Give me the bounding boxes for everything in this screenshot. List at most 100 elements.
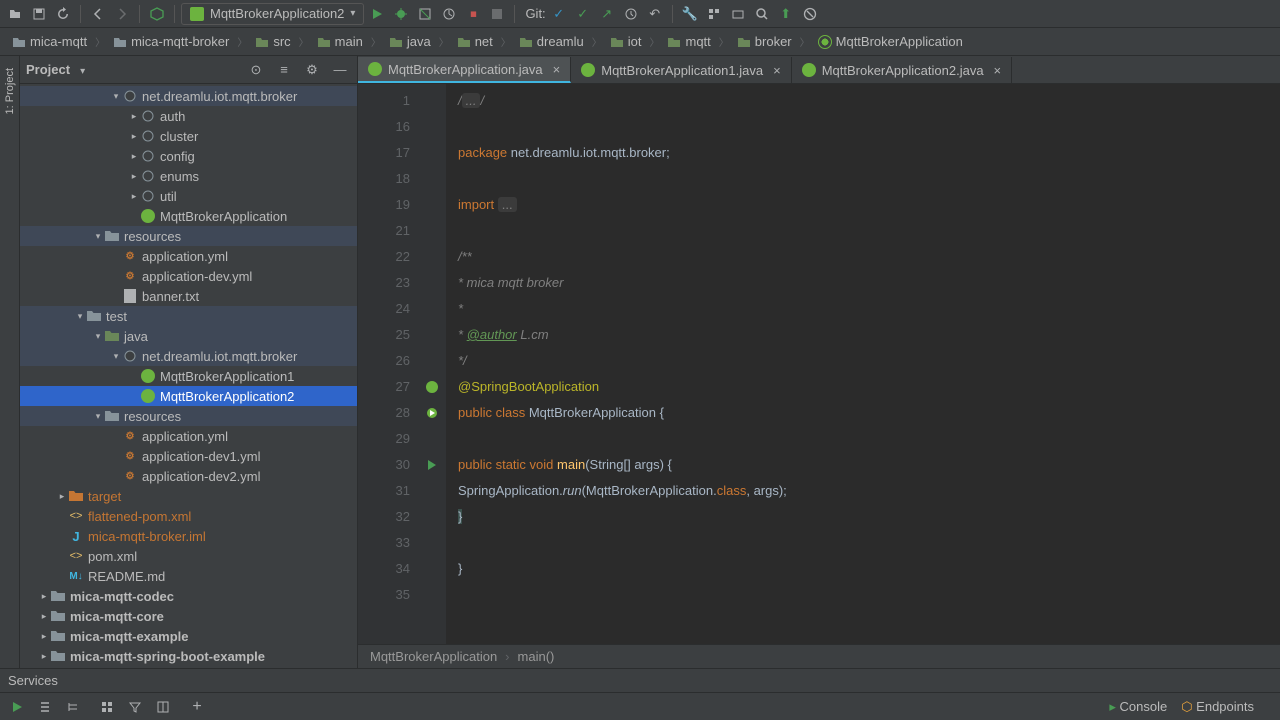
git-push-icon[interactable]: ↗ xyxy=(596,3,618,25)
breadcrumb-item[interactable]: iot xyxy=(606,32,646,51)
tree-node[interactable]: MqttBrokerApplication2 xyxy=(20,386,357,406)
profiler-icon[interactable]: ⬆ xyxy=(775,3,797,25)
crumb-class[interactable]: MqttBrokerApplication xyxy=(370,649,497,664)
services-stop-icon[interactable] xyxy=(34,696,56,718)
tree-node[interactable]: ▸auth xyxy=(20,106,357,126)
nav-breadcrumbs: mica-mqtt〉mica-mqtt-broker〉src〉main〉java… xyxy=(0,28,1280,56)
tree-node[interactable]: <>flattened-pom.xml xyxy=(20,506,357,526)
editor-breadcrumb: MqttBrokerApplication › main() xyxy=(358,644,1280,668)
tree-node[interactable]: ▸config xyxy=(20,146,357,166)
tree-node[interactable]: ▸mica-mqtt-codec xyxy=(20,586,357,606)
open-icon[interactable] xyxy=(4,3,26,25)
select-opened-icon[interactable]: ⊙ xyxy=(245,59,267,81)
tree-node[interactable]: ▾test xyxy=(20,306,357,326)
save-icon[interactable] xyxy=(28,3,50,25)
crumb-method[interactable]: main() xyxy=(518,649,555,664)
profile-icon[interactable] xyxy=(438,3,460,25)
tree-node[interactable]: ▸cluster xyxy=(20,126,357,146)
debug-icon[interactable] xyxy=(390,3,412,25)
attach-icon[interactable]: ⏹ xyxy=(462,3,484,25)
spring-icon xyxy=(190,7,204,21)
settings-icon[interactable]: 🔧 xyxy=(679,3,701,25)
tree-node[interactable]: ⚙application-dev1.yml xyxy=(20,446,357,466)
git-label: Git: xyxy=(525,6,545,21)
console-tab[interactable]: ▸ Console xyxy=(1109,699,1167,715)
tree-node[interactable]: ▾resources xyxy=(20,406,357,426)
project-view-selector[interactable] xyxy=(76,62,85,77)
tree-node[interactable]: ⚙application.yml xyxy=(20,426,357,446)
tree-node[interactable]: MqttBrokerApplication1 xyxy=(20,366,357,386)
back-icon[interactable] xyxy=(87,3,109,25)
stop-icon[interactable] xyxy=(486,3,508,25)
gutter-icons xyxy=(418,84,446,644)
breadcrumb-item[interactable]: java xyxy=(385,32,435,51)
services-run-icon[interactable] xyxy=(6,696,28,718)
project-tool-tab[interactable]: 1: Project xyxy=(2,62,18,120)
tree-node[interactable]: Jmica-mqtt-broker.iml xyxy=(20,526,357,546)
line-numbers: 116171819212223242526272829303132333435 xyxy=(358,84,418,644)
services-tree-icon[interactable] xyxy=(62,696,84,718)
tree-node[interactable]: MqttBrokerApplication xyxy=(20,206,357,226)
editor-tabs: MqttBrokerApplication.java×MqttBrokerApp… xyxy=(358,56,1280,84)
tree-node[interactable]: ▸enums xyxy=(20,166,357,186)
tree-node[interactable]: ⚙application.yml xyxy=(20,246,357,266)
coverage-icon[interactable] xyxy=(414,3,436,25)
tree-node[interactable]: ▸util xyxy=(20,186,357,206)
tree-node[interactable]: ▾net.dreamlu.iot.mqtt.broker xyxy=(20,86,357,106)
services-toolbar: + ▸ Console ⬡ Endpoints xyxy=(0,692,1280,720)
breadcrumb-item[interactable]: net xyxy=(453,32,497,51)
breadcrumb-item[interactable]: broker xyxy=(733,32,796,51)
search-icon[interactable] xyxy=(751,3,773,25)
endpoints-tab[interactable]: ⬡ Endpoints xyxy=(1181,699,1254,715)
tree-node[interactable]: ▸mica-mqtt-spring-boot-example xyxy=(20,646,357,666)
left-tool-stripe: 1: Project xyxy=(0,56,20,668)
run-icon[interactable] xyxy=(366,3,388,25)
services-grid-icon[interactable] xyxy=(96,696,118,718)
tree-node[interactable]: ▾java xyxy=(20,326,357,346)
editor-tab[interactable]: MqttBrokerApplication2.java× xyxy=(792,57,1012,83)
services-label: Services xyxy=(8,673,58,688)
tree-node[interactable]: ▸mica-mqtt-core xyxy=(20,606,357,626)
tree-node[interactable]: ▸target xyxy=(20,486,357,506)
code-editor[interactable]: /.../package net.dreamlu.iot.mqtt.broker… xyxy=(446,84,1280,644)
hide-icon[interactable]: — xyxy=(329,59,351,81)
sdk-icon[interactable] xyxy=(727,3,749,25)
services-filter-icon[interactable] xyxy=(124,696,146,718)
git-update-icon[interactable]: ✓ xyxy=(548,3,570,25)
tree-node[interactable]: ▾net.dreamlu.iot.mqtt.broker xyxy=(20,346,357,366)
services-layout-icon[interactable] xyxy=(152,696,174,718)
tree-node[interactable]: banner.txt xyxy=(20,286,357,306)
breadcrumb-item[interactable]: src xyxy=(251,32,294,51)
build-icon[interactable] xyxy=(146,3,168,25)
run-config-label: MqttBrokerApplication2 xyxy=(210,6,344,21)
project-tree[interactable]: ▾net.dreamlu.iot.mqtt.broker▸auth▸cluste… xyxy=(20,84,357,668)
gear-icon[interactable]: ⚙ xyxy=(301,59,323,81)
editor-tab[interactable]: MqttBrokerApplication1.java× xyxy=(571,57,791,83)
breadcrumb-item[interactable]: mica-mqtt xyxy=(8,32,91,51)
tree-node[interactable]: ⚙application-dev2.yml xyxy=(20,466,357,486)
structure-icon[interactable] xyxy=(703,3,725,25)
refresh-icon[interactable] xyxy=(52,3,74,25)
breadcrumb-item[interactable]: main xyxy=(313,32,367,51)
tree-node[interactable]: ⚙application-dev.yml xyxy=(20,266,357,286)
breadcrumb-item[interactable]: dreamlu xyxy=(515,32,588,51)
project-panel: Project ⊙ ≡ ⚙ — ▾net.dreamlu.iot.mqtt.br… xyxy=(20,56,358,668)
tree-node[interactable]: ▾resources xyxy=(20,226,357,246)
breadcrumb-item[interactable]: MqttBrokerApplication xyxy=(814,32,967,51)
tree-node[interactable]: ▸mica-mqtt-example xyxy=(20,626,357,646)
services-add-icon[interactable]: + xyxy=(186,696,208,718)
git-rollback-icon[interactable]: ↶ xyxy=(644,3,666,25)
tree-node[interactable]: M↓README.md xyxy=(20,566,357,586)
tree-node[interactable]: <>pom.xml xyxy=(20,546,357,566)
forward-icon[interactable] xyxy=(111,3,133,25)
editor-tab[interactable]: MqttBrokerApplication.java× xyxy=(358,57,571,83)
stop-all-icon[interactable] xyxy=(799,3,821,25)
git-history-icon[interactable] xyxy=(620,3,642,25)
run-config-selector[interactable]: MqttBrokerApplication2 ▾ xyxy=(181,3,364,25)
breadcrumb-item[interactable]: mica-mqtt-broker xyxy=(109,32,233,51)
git-commit-icon[interactable]: ✓ xyxy=(572,3,594,25)
services-panel-header[interactable]: Services xyxy=(0,668,1280,692)
breadcrumb-item[interactable]: mqtt xyxy=(663,32,714,51)
expand-all-icon[interactable]: ≡ xyxy=(273,59,295,81)
editor-area: MqttBrokerApplication.java×MqttBrokerApp… xyxy=(358,56,1280,668)
